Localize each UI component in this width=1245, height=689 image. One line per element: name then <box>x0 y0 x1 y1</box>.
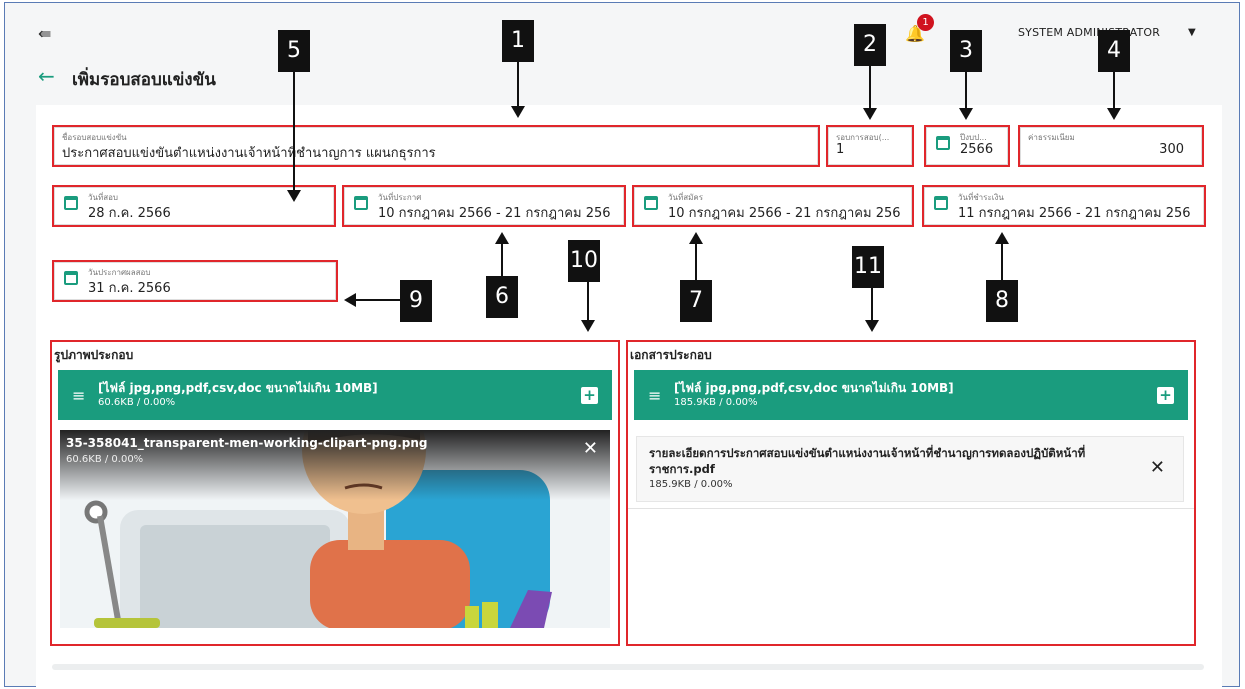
callout-arrow <box>293 72 295 190</box>
callout-arrow <box>695 244 697 280</box>
budget-year-value: 2566 <box>960 142 994 157</box>
document-file-card: รายละเอียดการประกาศสอบแข่งขันตำแหน่งงานเ… <box>636 436 1184 502</box>
callout-3: 3 <box>950 30 982 72</box>
callout-5: 5 <box>278 30 310 72</box>
document-file-size: 185.9KB / 0.00% <box>649 479 733 490</box>
calendar-icon <box>934 196 948 210</box>
callout-arrowhead <box>511 106 525 118</box>
callout-arrow <box>869 66 871 110</box>
callout-arrowhead <box>344 293 356 307</box>
document-upload-bar[interactable]: ≡ [ไฟล์ jpg,png,pdf,csv,doc ขนาดไม่เกิน … <box>634 370 1188 420</box>
callout-9: 9 <box>400 280 432 322</box>
callout-arrowhead <box>1107 108 1121 120</box>
callout-arrowhead <box>287 190 301 202</box>
fee-label: ค่าธรรมเนียม <box>1028 133 1075 142</box>
images-section-title: รูปภาพประกอบ <box>54 348 134 362</box>
callout-arrow <box>501 244 503 276</box>
callout-4: 4 <box>1098 30 1130 72</box>
callout-arrowhead <box>863 108 877 120</box>
caret-down-icon[interactable]: ▼ <box>1188 27 1196 38</box>
divider <box>628 508 1194 509</box>
images-section: รูปภาพประกอบ ≡ [ไฟล์ jpg,png,pdf,csv,doc… <box>50 340 620 646</box>
result-date-value: 31 ก.ค. 2566 <box>88 281 171 296</box>
calendar-icon <box>354 196 368 210</box>
add-document-button[interactable]: + <box>1157 387 1174 404</box>
result-date-field[interactable]: วันประกาศผลสอบ 31 ก.ค. 2566 <box>52 260 338 302</box>
callout-arrowhead <box>495 232 509 244</box>
callout-arrowhead <box>959 108 973 120</box>
bottom-scroll-bar[interactable] <box>52 664 1204 670</box>
callout-arrowhead <box>995 232 1009 244</box>
callout-arrow <box>871 288 873 322</box>
exam-name-value: ประกาศสอบแข่งขันตำแหน่งงานเจ้าหน้าที่ชำน… <box>62 146 436 161</box>
arrow-left-icon[interactable]: ← <box>38 64 55 88</box>
add-image-button[interactable]: + <box>581 387 598 404</box>
image-upload-bar[interactable]: ≡ [ไฟล์ jpg,png,pdf,csv,doc ขนาดไม่เกิน … <box>58 370 612 420</box>
page-title: เพิ่มรอบสอบแข่งขัน <box>72 70 216 90</box>
callout-arrow <box>1113 72 1115 110</box>
callout-2: 2 <box>854 24 886 66</box>
document-upload-title: [ไฟล์ jpg,png,pdf,csv,doc ขนาดไม่เกิน 10… <box>674 381 954 395</box>
payment-date-value: 11 กรกฎาคม 2566 - 21 กรกฎาคม 256 <box>958 206 1191 221</box>
image-preview-card: 35-358041_transparent-men-working-clipar… <box>60 430 610 628</box>
callout-7: 7 <box>680 280 712 322</box>
callout-arrow <box>1001 244 1003 280</box>
calendar-icon <box>936 136 950 150</box>
callout-arrow <box>356 299 400 301</box>
documents-section-title: เอกสารประกอบ <box>630 348 712 362</box>
image-upload-title: [ไฟล์ jpg,png,pdf,csv,doc ขนาดไม่เกิน 10… <box>98 381 378 395</box>
notification-badge: 1 <box>917 14 934 31</box>
image-file-size: 60.6KB / 0.00% <box>66 454 144 465</box>
documents-section: เอกสารประกอบ ≡ [ไฟล์ jpg,png,pdf,csv,doc… <box>626 340 1196 646</box>
image-upload-size: 60.6KB / 0.00% <box>98 397 176 408</box>
remove-image-button[interactable]: ✕ <box>583 438 598 459</box>
announce-date-value: 10 กรกฎาคม 2566 - 21 กรกฎาคม 256 <box>378 206 611 221</box>
callout-1: 1 <box>502 20 534 62</box>
exam-round-value: 1 <box>836 142 845 157</box>
budget-year-field[interactable]: ปีงบป... 2566 <box>924 125 1010 167</box>
document-upload-size: 185.9KB / 0.00% <box>674 397 758 408</box>
callout-arrowhead <box>689 232 703 244</box>
exam-name-field[interactable]: ชื่อรอบสอบแข่งขัน ประกาศสอบแข่งขันตำแหน่… <box>52 125 820 167</box>
menu-icon: ≡ <box>72 386 86 405</box>
callout-arrow <box>517 62 519 108</box>
collapse-left-icon[interactable]: ⇚ <box>38 24 51 43</box>
exam-date-value: 28 ก.ค. 2566 <box>88 206 171 221</box>
image-file-name: 35-358041_transparent-men-working-clipar… <box>66 436 428 450</box>
remove-document-button[interactable]: ✕ <box>1150 457 1165 478</box>
calendar-icon <box>64 196 78 210</box>
calendar-icon <box>644 196 658 210</box>
user-name[interactable]: SYSTEM ADMINISTRATOR <box>1018 26 1160 39</box>
payment-date-field[interactable]: วันที่ชำระเงิน 11 กรกฎาคม 2566 - 21 กรกฎ… <box>922 185 1206 227</box>
callout-arrow <box>965 72 967 110</box>
callout-8: 8 <box>986 280 1018 322</box>
callout-arrow <box>587 282 589 322</box>
menu-icon: ≡ <box>648 386 662 405</box>
callout-10: 10 <box>568 240 600 282</box>
fee-value: 300 <box>1159 142 1184 157</box>
callout-arrowhead <box>865 320 879 332</box>
apply-date-value: 10 กรกฎาคม 2566 - 21 กรกฎาคม 256 <box>668 206 901 221</box>
callout-11: 11 <box>852 246 884 288</box>
exam-round-field[interactable]: รอบการสอบ(... 1 <box>826 125 914 167</box>
apply-date-field[interactable]: วันที่สมัคร 10 กรกฎาคม 2566 - 21 กรกฎาคม… <box>632 185 914 227</box>
fee-field[interactable]: ค่าธรรมเนียม 300 <box>1018 125 1204 167</box>
calendar-icon <box>64 271 78 285</box>
announce-date-field[interactable]: วันที่ประกาศ 10 กรกฎาคม 2566 - 21 กรกฎาค… <box>342 185 626 227</box>
callout-6: 6 <box>486 276 518 318</box>
document-file-name[interactable]: รายละเอียดการประกาศสอบแข่งขันตำแหน่งงานเ… <box>649 445 1129 477</box>
callout-arrowhead <box>581 320 595 332</box>
